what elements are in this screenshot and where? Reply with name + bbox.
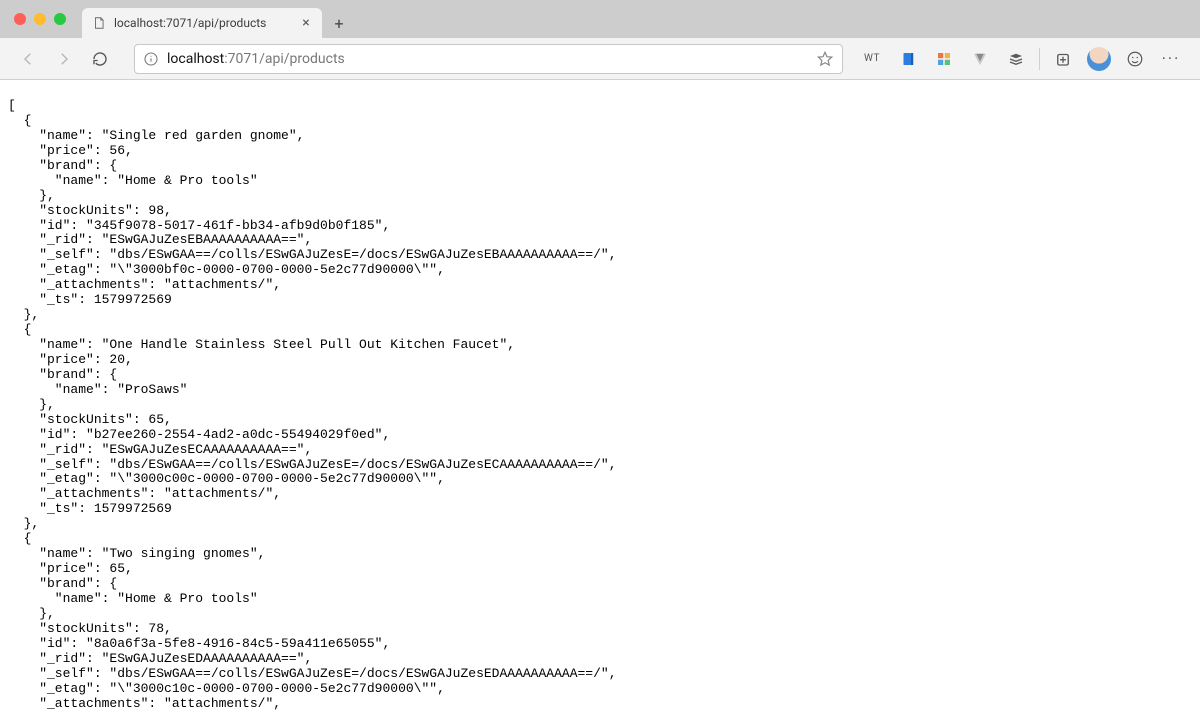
tab-close-button[interactable]: × <box>298 15 314 31</box>
tab-title: localhost:7071/api/products <box>114 16 290 30</box>
page-icon <box>92 16 106 30</box>
address-url: localhost:7071/api/products <box>167 51 808 67</box>
address-bar[interactable]: localhost:7071/api/products <box>134 44 843 74</box>
extension-vue-icon[interactable] <box>963 43 997 75</box>
response-body[interactable]: [ { "name": "Single red garden gnome", "… <box>0 93 1200 713</box>
avatar-icon <box>1087 47 1111 71</box>
back-button[interactable] <box>12 43 44 75</box>
address-path: :7071/api/products <box>224 51 345 67</box>
profile-avatar[interactable] <box>1082 43 1116 75</box>
window-maximize-button[interactable] <box>54 13 66 25</box>
site-info-icon[interactable] <box>143 51 159 67</box>
toolbar-divider <box>1039 48 1040 70</box>
forward-button[interactable] <box>48 43 80 75</box>
extension-wt-icon[interactable]: WT <box>855 43 889 75</box>
browser-tab[interactable]: localhost:7071/api/products × <box>82 8 322 38</box>
extension-grid-icon[interactable] <box>927 43 961 75</box>
browser-toolbar: localhost:7071/api/products WT ··· <box>0 38 1200 80</box>
feedback-icon[interactable] <box>1118 43 1152 75</box>
extension-stack-icon[interactable] <box>999 43 1033 75</box>
window-minimize-button[interactable] <box>34 13 46 25</box>
extension-book-icon[interactable] <box>891 43 925 75</box>
new-tab-button[interactable]: + <box>326 10 352 36</box>
window-controls <box>10 0 72 38</box>
tab-strip: localhost:7071/api/products × + <box>0 0 1200 38</box>
refresh-button[interactable] <box>84 43 116 75</box>
address-host: localhost <box>167 51 224 67</box>
toolbar-right: WT ··· <box>855 43 1188 75</box>
collections-icon[interactable] <box>1046 43 1080 75</box>
more-dots-icon: ··· <box>1162 49 1181 68</box>
window-close-button[interactable] <box>14 13 26 25</box>
settings-more-button[interactable]: ··· <box>1154 43 1188 75</box>
favorite-icon[interactable] <box>816 50 834 68</box>
